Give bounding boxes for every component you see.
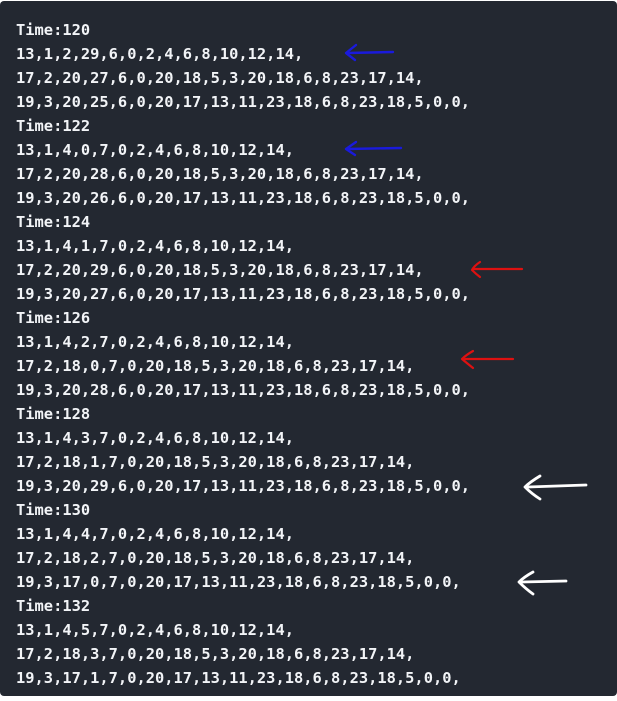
- code-block: Time:120 13,1,2,29,6,0,2,4,6,8,10,12,14, 1…: [0, 1, 617, 696]
- code-line: Time:128: [16, 405, 91, 423]
- code-line: 13,1,4,1,7,0,2,4,6,8,10,12,14,: [16, 237, 294, 255]
- code-line: Time:122: [16, 117, 91, 135]
- code-line: 19,3,20,26,6,0,20,17,13,11,23,18,6,8,23,…: [16, 189, 471, 207]
- code-line: 13,1,4,4,7,0,2,4,6,8,10,12,14,: [16, 525, 294, 543]
- code-line: 19,3,17,0,7,0,20,17,13,11,23,18,6,8,23,1…: [16, 573, 461, 591]
- arrow-stroke: [526, 483, 588, 489]
- red-arrow-icon: [470, 260, 524, 279]
- red-arrow-icon: [460, 349, 515, 370]
- code-line: 17,2,20,28,6,0,20,18,5,3,20,18,6,8,23,17…: [16, 165, 424, 183]
- arrow-stroke: [345, 146, 403, 151]
- code-line: 19,3,20,28,6,0,20,17,13,11,23,18,6,8,23,…: [16, 381, 471, 399]
- blue-arrow-icon: [344, 140, 403, 157]
- code-line: Time:124: [16, 213, 91, 231]
- arrow-stroke: [345, 50, 395, 55]
- code-line: Time:126: [16, 309, 91, 327]
- code-line: 17,2,18,2,7,0,20,18,5,3,20,18,6,8,23,17,…: [16, 549, 415, 567]
- code-line: 17,2,18,3,7,0,20,18,5,3,20,18,6,8,23,17,…: [16, 645, 415, 663]
- code-line: 19,3,17,1,7,0,20,17,13,11,23,18,6,8,23,1…: [16, 669, 461, 687]
- code-line: 13,1,4,2,7,0,2,4,6,8,10,12,14,: [16, 333, 294, 351]
- code-line: 19,3,20,25,6,0,20,17,13,11,23,18,6,8,23,…: [16, 93, 471, 111]
- code-line: 19,3,20,27,6,0,20,17,13,11,23,18,6,8,23,…: [16, 285, 471, 303]
- code-line: Time:120: [16, 21, 91, 39]
- code-line: 13,1,4,5,7,0,2,4,6,8,10,12,14,: [16, 621, 294, 639]
- arrow-stroke: [520, 579, 568, 584]
- white-arrow-icon: [523, 474, 588, 501]
- code-line: 13,1,2,29,6,0,2,4,6,8,10,12,14,: [16, 45, 304, 63]
- code-line: 19,3,20,29,6,0,20,17,13,11,23,18,6,8,23,…: [16, 477, 471, 495]
- code-line: 17,2,20,29,6,0,20,18,5,3,20,18,6,8,23,17…: [16, 261, 424, 279]
- code-line: 17,2,18,0,7,0,20,18,5,3,20,18,6,8,23,17,…: [16, 357, 415, 375]
- code-line: 13,1,4,3,7,0,2,4,6,8,10,12,14,: [16, 429, 294, 447]
- code-line: 17,2,18,1,7,0,20,18,5,3,20,18,6,8,23,17,…: [16, 453, 415, 471]
- code-text: Time:120 13,1,2,29,6,0,2,4,6,8,10,12,14, 1…: [16, 18, 470, 690]
- code-line: 17,2,20,27,6,0,20,18,5,3,20,18,6,8,23,17…: [16, 69, 424, 87]
- code-line: Time:132: [16, 597, 91, 615]
- blue-arrow-icon: [344, 43, 395, 62]
- white-arrow-icon: [517, 570, 568, 596]
- code-line: Time:130: [16, 501, 91, 519]
